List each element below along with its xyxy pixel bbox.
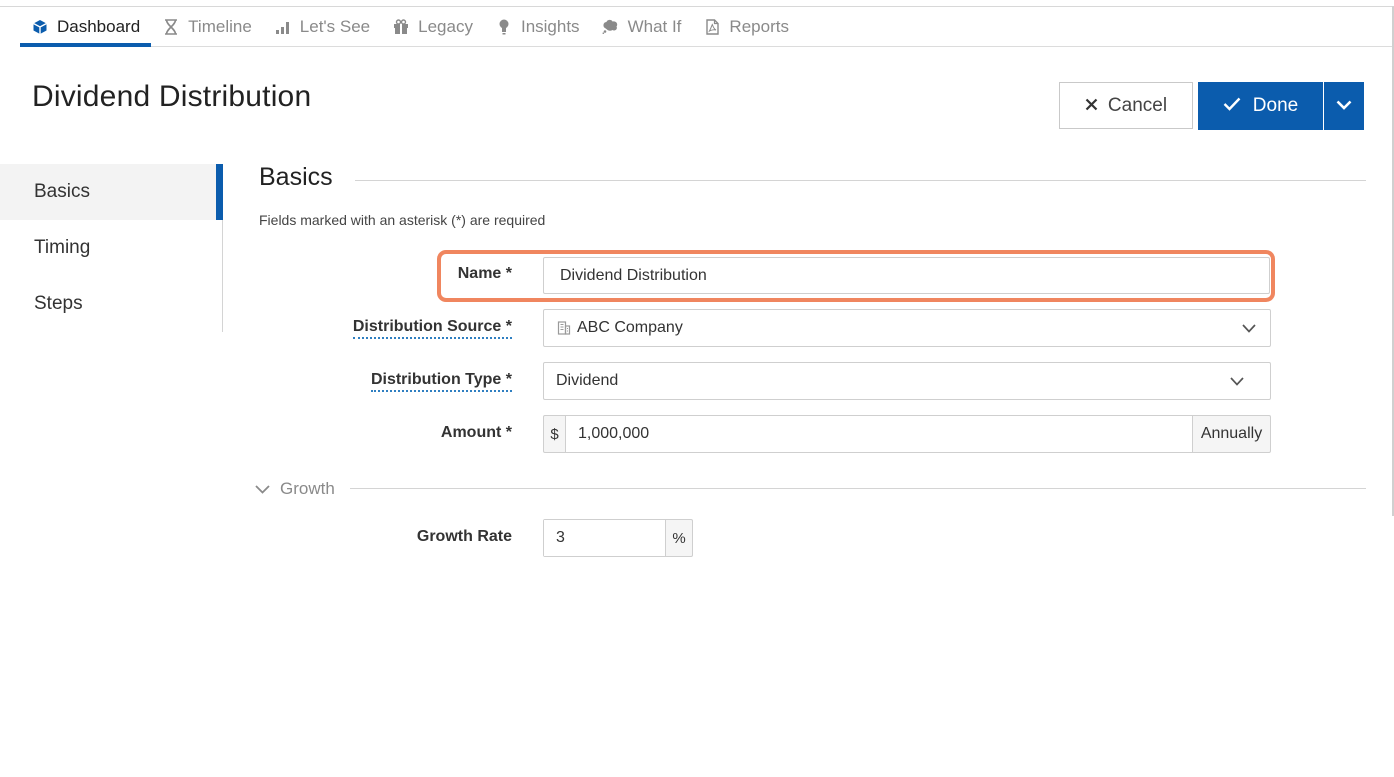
top-nav: Dashboard Timeline Let's See Legacy Insi…: [20, 7, 1392, 47]
growth-rate-input[interactable]: [544, 529, 665, 547]
nav-tab-label: Reports: [729, 16, 789, 36]
nav-tab-lets-see[interactable]: Let's See: [263, 7, 381, 46]
sidenav-item-label: Basics: [34, 181, 90, 202]
chevron-down-icon: [1336, 97, 1352, 115]
hourglass-icon: [162, 18, 180, 36]
frequency-addon[interactable]: Annually: [1192, 416, 1270, 452]
nav-tab-insights[interactable]: Insights: [484, 7, 591, 46]
currency-prefix: $: [544, 416, 566, 452]
cancel-button-label: Cancel: [1107, 94, 1168, 116]
nav-tab-timeline[interactable]: Timeline: [151, 7, 263, 46]
name-label: Name *: [457, 265, 512, 282]
growth-rate-label: Growth Rate: [416, 528, 512, 545]
growth-rate-field: %: [543, 519, 693, 557]
lightbulb-icon: [495, 18, 513, 36]
sidenav-item-label: Timing: [34, 237, 91, 258]
nav-tab-label: Timeline: [188, 16, 252, 36]
sidenav-item-steps[interactable]: Steps: [0, 276, 222, 332]
required-note: Fields marked with an asterisk (*) are r…: [259, 212, 546, 228]
section-title: Basics: [259, 163, 333, 191]
chevron-down-icon: [1242, 324, 1256, 333]
section-nav: Basics Timing Steps: [0, 164, 223, 332]
done-button-label: Done: [1252, 95, 1299, 116]
name-field[interactable]: [543, 257, 1270, 294]
nav-tab-label: What If: [627, 16, 682, 36]
percent-suffix: %: [665, 520, 692, 556]
gift-icon: [392, 18, 410, 36]
amount-input[interactable]: [566, 425, 1192, 443]
distribution-type-value: Dividend: [556, 372, 619, 389]
distribution-type-label: Distribution Type *: [370, 371, 512, 392]
nav-tab-label: Insights: [520, 16, 580, 36]
close-icon: [1085, 95, 1098, 117]
chevron-down-icon: [255, 484, 270, 494]
nav-tab-label: Dashboard: [57, 16, 141, 36]
growth-section-toggle[interactable]: Growth: [255, 479, 335, 499]
nav-tab-label: Let's See: [299, 16, 371, 36]
building-icon: [557, 321, 571, 335]
distribution-source-label: Distribution Source *: [352, 318, 512, 339]
name-input[interactable]: [544, 266, 1269, 285]
chevron-down-icon: [1230, 377, 1244, 386]
amount-label: Amount *: [440, 424, 512, 441]
sidenav-item-label: Steps: [34, 293, 83, 314]
cancel-button[interactable]: Cancel: [1059, 82, 1193, 129]
distribution-source-select[interactable]: ABC Company: [543, 309, 1271, 347]
done-options-button[interactable]: [1324, 82, 1364, 130]
amount-field: $ Annually: [543, 415, 1271, 453]
done-button[interactable]: Done: [1198, 82, 1323, 130]
brain-icon: [602, 18, 620, 36]
page-title: Dividend Distribution: [32, 80, 312, 113]
nav-tab-legacy[interactable]: Legacy: [381, 7, 484, 46]
pdf-icon: [703, 18, 721, 36]
distribution-source-value: ABC Company: [577, 319, 683, 336]
nav-tab-reports[interactable]: Reports: [692, 7, 800, 46]
check-icon: [1223, 95, 1241, 117]
distribution-type-select[interactable]: Dividend: [543, 362, 1271, 400]
sidenav-item-timing[interactable]: Timing: [0, 220, 222, 276]
sidenav-item-basics[interactable]: Basics: [0, 164, 223, 220]
growth-section-label: Growth: [280, 479, 335, 498]
nav-tab-dashboard[interactable]: Dashboard: [20, 7, 152, 47]
nav-tab-what-if[interactable]: What If: [591, 7, 693, 46]
nav-tab-label: Legacy: [418, 16, 473, 36]
cube-icon: [31, 18, 49, 36]
bar-chart-icon: [274, 18, 292, 36]
growth-divider: [350, 488, 1366, 489]
section-divider: [355, 180, 1366, 181]
